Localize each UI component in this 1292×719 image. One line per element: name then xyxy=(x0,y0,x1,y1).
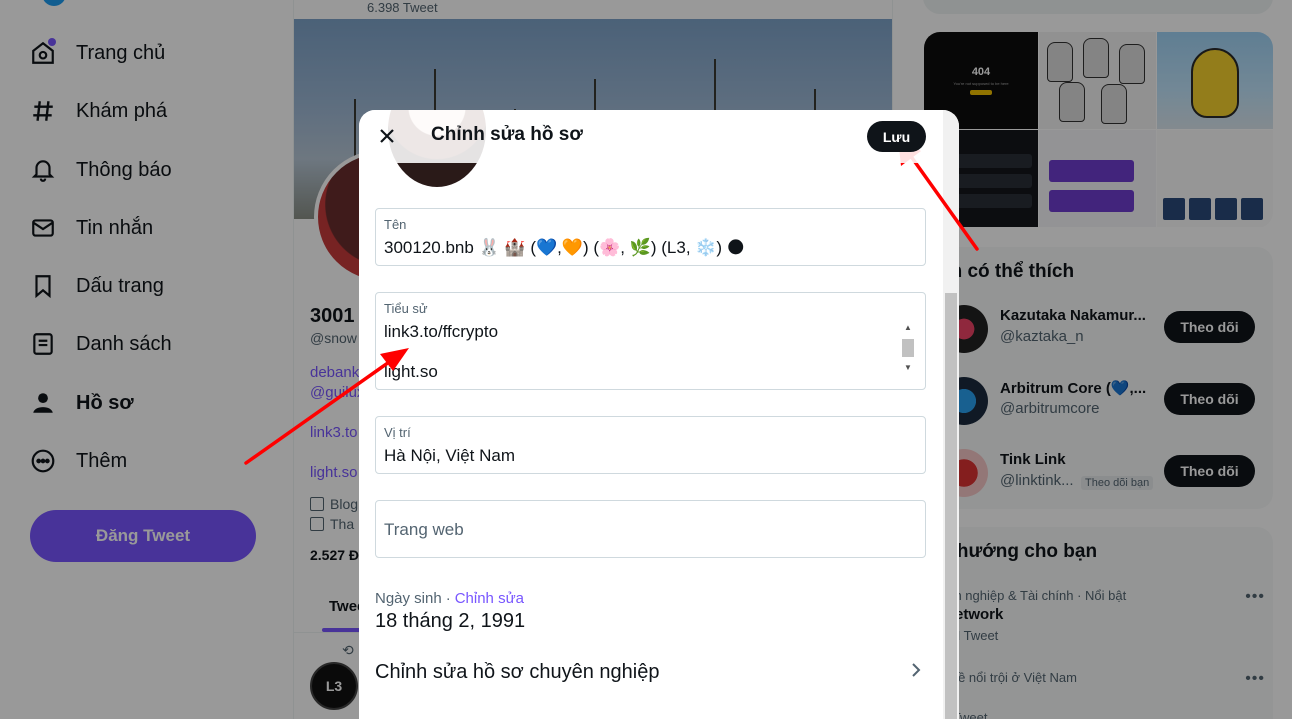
birthdate-label: Ngày sinh xyxy=(375,590,442,607)
field-label: Tên xyxy=(384,217,407,232)
scroll-thumb[interactable] xyxy=(902,339,914,357)
save-button[interactable]: Lưu xyxy=(867,121,926,152)
bio-field[interactable]: Tiểu sử link3.to/ffcrypto light.so ▲ ▼ xyxy=(375,292,926,390)
modal-header: Chỉnh sửa hồ sơ Lưu xyxy=(359,110,943,163)
location-input[interactable]: Hà Nội, Việt Nam xyxy=(384,446,515,466)
chevron-right-icon xyxy=(912,663,921,677)
separator: · xyxy=(445,590,451,607)
scroll-up-icon[interactable]: ▲ xyxy=(901,323,915,333)
bio-text-line[interactable]: link3.to/ffcrypto xyxy=(384,322,498,342)
location-field[interactable]: Vị trí Hà Nội, Việt Nam xyxy=(375,416,926,474)
close-icon xyxy=(380,129,394,143)
scroll-thumb[interactable] xyxy=(945,293,957,719)
professional-profile-row[interactable]: Chỉnh sửa hồ sơ chuyên nghiệp xyxy=(359,646,943,698)
birthdate-edit-link[interactable]: Chỉnh sửa xyxy=(455,590,524,607)
field-label: Vị trí xyxy=(384,425,411,440)
birthdate-label-row: Ngày sinh · Chỉnh sửa xyxy=(375,590,524,607)
close-button[interactable] xyxy=(370,119,404,153)
modal-scrollbar[interactable] xyxy=(943,110,959,719)
name-input[interactable]: 300120.bnb 🐰 🏰 (💙,🧡) (🌸, 🌿) (L3, ❄️) 🌑 xyxy=(384,238,745,258)
website-input[interactable]: Trang web xyxy=(384,520,464,540)
edit-profile-modal: Chỉnh sửa hồ sơ Lưu Tên 300120.bnb 🐰 🏰 (… xyxy=(359,110,959,719)
professional-profile-label: Chỉnh sửa hồ sơ chuyên nghiệp xyxy=(375,661,660,683)
field-label: Tiểu sử xyxy=(384,301,428,316)
name-field[interactable]: Tên 300120.bnb 🐰 🏰 (💙,🧡) (🌸, 🌿) (L3, ❄️)… xyxy=(375,208,926,266)
bio-scrollbar[interactable]: ▲ ▼ xyxy=(901,323,915,381)
bio-text-line[interactable]: light.so xyxy=(384,362,438,382)
website-field[interactable]: Trang web xyxy=(375,500,926,558)
birthdate-value: 18 tháng 2, 1991 xyxy=(375,610,526,632)
modal-title: Chỉnh sửa hồ sơ xyxy=(431,124,583,145)
scroll-down-icon[interactable]: ▼ xyxy=(901,363,915,373)
